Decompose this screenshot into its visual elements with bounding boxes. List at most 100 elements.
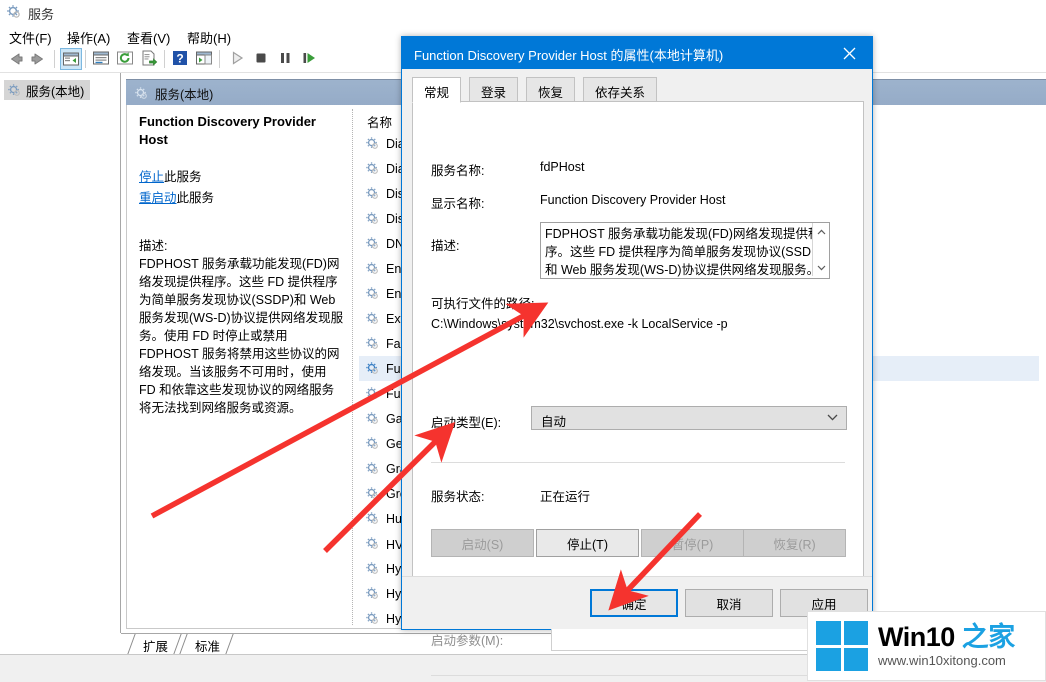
- svg-text:?: ?: [176, 52, 183, 66]
- service-gear-icon: [365, 511, 380, 526]
- services-gear-icon: [7, 83, 22, 98]
- menu-item-action[interactable]: 操作(A): [62, 27, 115, 48]
- display-name-value: Function Discovery Provider Host: [540, 193, 726, 207]
- dialog-title: Function Discovery Provider Host 的属性(本地计…: [414, 48, 724, 63]
- toolbar-divider: [54, 50, 55, 68]
- ok-button[interactable]: 确定: [590, 589, 678, 617]
- refresh-icon[interactable]: [115, 48, 137, 70]
- show-hide-action-pane-icon[interactable]: [194, 48, 216, 70]
- service-gear-icon: [365, 136, 380, 151]
- chevron-down-icon[interactable]: [827, 412, 838, 424]
- service-action-links: 停止此服务 重启动此服务: [139, 167, 344, 209]
- tab-extended[interactable]: 扩展: [131, 634, 179, 654]
- watermark-url: www.win10xitong.com: [878, 653, 1006, 668]
- service-gear-icon: [365, 386, 380, 401]
- dialog-titlebar: Function Discovery Provider Host 的属性(本地计…: [402, 37, 872, 69]
- service-detail-description-text: FDPHOST 服务承载功能发现(FD)网络发现提供程序。这些 FD 提供程序为…: [139, 257, 344, 415]
- service-gear-icon: [365, 211, 380, 226]
- executable-path-label: 可执行文件的路径:: [431, 297, 535, 311]
- service-gear-icon: [365, 486, 380, 501]
- description-label: 描述:: [431, 239, 460, 253]
- cancel-button[interactable]: 取消: [685, 589, 773, 617]
- service-gear-icon: [365, 611, 380, 625]
- back-arrow-icon[interactable]: [4, 48, 26, 70]
- watermark-brand-zh: 之家: [961, 622, 1016, 652]
- stop-service-icon[interactable]: [251, 48, 273, 70]
- service-detail-title: Function Discovery Provider Host: [139, 114, 316, 147]
- service-gear-icon: [365, 536, 380, 551]
- service-name-label: 服务名称:: [431, 164, 485, 178]
- restart-service-link-row: 重启动此服务: [139, 188, 344, 209]
- watermark-brand-en: Win10: [878, 622, 962, 652]
- startup-type-dropdown[interactable]: 自动: [531, 406, 847, 430]
- tab-dependencies[interactable]: 依存关系: [583, 77, 658, 102]
- services-gear-icon: [6, 4, 22, 20]
- menu-item-file[interactable]: 文件(F): [4, 27, 57, 48]
- chevron-up-icon[interactable]: [813, 223, 829, 240]
- service-gear-icon: [365, 236, 380, 251]
- service-detail-description-label: 描述:: [139, 239, 168, 253]
- service-gear-icon: [365, 311, 380, 326]
- watermark: Win10 之家 www.win10xitong.com: [807, 611, 1046, 681]
- description-scrollbar[interactable]: [812, 223, 829, 276]
- chevron-down-icon[interactable]: [813, 259, 829, 276]
- start-service-button[interactable]: 启动(S): [431, 529, 534, 557]
- window-titlebar: 服务: [0, 0, 1046, 24]
- restart-service-link-suffix: 此服务: [176, 191, 215, 205]
- results-banner-label: 服务(本地): [155, 87, 214, 102]
- tab-logon[interactable]: 登录: [469, 77, 519, 102]
- description-textarea[interactable]: FDPHOST 服务承载功能发现(FD)网络发现提供程序。这些 FD 提供程序为…: [540, 222, 830, 279]
- tab-standard[interactable]: 标准: [183, 634, 231, 654]
- console-tree-pane: 服务(本地): [0, 73, 121, 633]
- services-gear-icon: [134, 86, 149, 101]
- restart-service-link[interactable]: 重启动: [139, 191, 177, 205]
- service-detail-column: Function Discovery Provider Host 停止此服务 重…: [139, 113, 344, 417]
- tab-recovery[interactable]: 恢复: [526, 77, 576, 102]
- window-title: 服务: [28, 7, 55, 22]
- section-divider-top: [431, 462, 845, 463]
- pause-service-button[interactable]: 暂停(P): [641, 529, 744, 557]
- properties-icon[interactable]: [91, 48, 113, 70]
- service-gear-icon: [365, 361, 380, 376]
- description-text: FDPHOST 服务承载功能发现(FD)网络发现提供程序。这些 FD 提供程序为…: [545, 227, 824, 277]
- service-properties-dialog: Function Discovery Provider Host 的属性(本地计…: [401, 36, 873, 676]
- tab-general[interactable]: 常规: [412, 77, 462, 103]
- tree-node-services-local[interactable]: 服务(本地): [4, 80, 91, 100]
- service-gear-icon: [365, 411, 380, 426]
- menu-item-help[interactable]: 帮助(H): [182, 27, 236, 48]
- export-list-icon[interactable]: [139, 48, 161, 70]
- service-status-label: 服务状态:: [431, 490, 485, 504]
- stop-service-link[interactable]: 停止: [139, 170, 164, 184]
- pause-service-icon[interactable]: [275, 48, 297, 70]
- resume-service-button[interactable]: 恢复(R): [743, 529, 846, 557]
- stop-service-link-row: 停止此服务: [139, 167, 344, 188]
- service-gear-icon: [365, 586, 380, 601]
- service-gear-icon: [365, 561, 380, 576]
- service-gear-icon: [365, 286, 380, 301]
- stop-service-button[interactable]: 停止(T): [536, 529, 639, 557]
- section-divider-bottom: [431, 675, 845, 676]
- service-gear-icon: [365, 161, 380, 176]
- windows-logo-icon: [816, 621, 868, 671]
- startup-type-label: 启动类型(E):: [431, 416, 502, 430]
- restart-service-icon[interactable]: [299, 48, 321, 70]
- forward-arrow-icon[interactable]: [28, 48, 50, 70]
- tree-node-label: 服务(本地): [26, 84, 85, 99]
- service-status-value: 正在运行: [540, 490, 591, 504]
- start-service-icon[interactable]: [227, 48, 249, 70]
- column-divider: [352, 109, 353, 625]
- dialog-footer: 确定 取消 应用: [402, 576, 872, 629]
- toolbar-divider: [85, 50, 86, 68]
- service-gear-icon: [365, 336, 380, 351]
- service-gear-icon: [365, 186, 380, 201]
- service-name-value: fdPHost: [540, 160, 585, 174]
- show-hide-console-tree-icon[interactable]: [60, 48, 82, 70]
- help-icon[interactable]: ?: [170, 48, 192, 70]
- menu-item-view[interactable]: 查看(V): [122, 27, 175, 48]
- display-name-label: 显示名称:: [431, 197, 485, 211]
- service-gear-icon: [365, 461, 380, 476]
- service-gear-icon: [365, 261, 380, 276]
- start-parameters-label: 启动参数(M):: [431, 634, 504, 648]
- close-icon[interactable]: [827, 37, 872, 69]
- toolbar-divider: [164, 50, 165, 68]
